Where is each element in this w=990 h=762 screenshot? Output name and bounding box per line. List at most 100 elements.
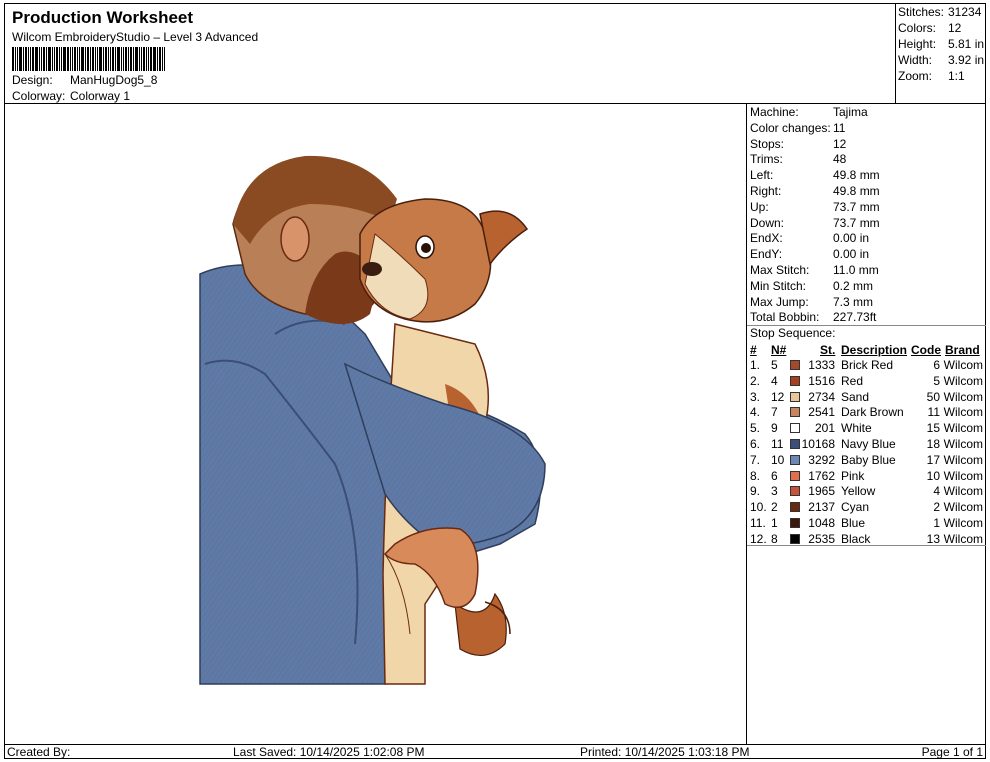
detail-value: 73.7 mm <box>833 199 880 214</box>
cell-code: 15 <box>926 421 940 436</box>
cell-description: Red <box>841 373 864 388</box>
barcode-bar <box>133 47 134 71</box>
cell-needle: 8 <box>771 531 778 546</box>
cell-description: Baby Blue <box>841 452 896 467</box>
cell-stitches: 201 <box>814 421 835 436</box>
summary-panel: Stitches: 31234 Colors: 12 Height: 5.81 in … <box>896 3 986 104</box>
barcode-bar <box>56 47 58 71</box>
cell-brand: Wilcom <box>943 358 983 372</box>
cell-stitches: 1762 <box>808 468 835 483</box>
cell-brand: Wilcom <box>943 500 983 515</box>
cell-brand: Wilcom <box>943 437 983 451</box>
cell-code: 11 <box>927 405 940 420</box>
barcode-bar <box>48 47 51 71</box>
barcode-bar <box>23 47 24 71</box>
detail-row: Max Stitch: 11.0 mm <box>750 263 879 277</box>
detail-value: 7.3 mm <box>833 294 874 309</box>
cell-needle: 7 <box>771 405 778 420</box>
worksheet-footer: Created By: Last Saved: 10/14/2025 1:02:… <box>4 744 986 759</box>
barcode-bar <box>146 47 147 71</box>
barcode-bar <box>32 47 34 71</box>
summary-value: 3.92 in <box>948 53 985 67</box>
cell-code: 18 <box>926 437 940 451</box>
cell-code: 13 <box>926 531 940 546</box>
summary-label: Zoom: <box>898 69 933 83</box>
barcode-bar <box>30 47 31 71</box>
cell-brand: Wilcom <box>943 452 983 467</box>
barcode <box>12 47 188 71</box>
detail-row: Total Bobbin: 227.73ft <box>750 310 876 324</box>
detail-label: Max Jump: <box>750 294 809 309</box>
summary-height: Height: 5.81 in <box>898 37 984 51</box>
cell-num: 7. <box>750 452 761 467</box>
barcode-bar <box>135 47 138 71</box>
color-swatch <box>790 533 800 544</box>
barcode-bar <box>97 47 98 71</box>
detail-label: Color changes: <box>750 120 831 135</box>
software-name: Wilcom EmbroideryStudio – Level 3 Advanc… <box>12 30 259 44</box>
cell-code: 10 <box>926 468 940 483</box>
summary-width: Width: 3.92 in <box>898 53 984 67</box>
barcode-bar <box>72 47 73 71</box>
color-swatch <box>790 407 800 418</box>
summary-stitches: Stitches: 31234 <box>898 5 981 19</box>
cell-code: 4 <box>933 484 940 499</box>
barcode-bar <box>117 47 120 71</box>
created-by: Created By: <box>7 745 71 759</box>
color-swatch <box>790 518 800 528</box>
barcode-bar <box>35 47 38 71</box>
barcode-bar <box>79 47 80 71</box>
detail-row: EndY: 0.00 in <box>750 247 869 261</box>
cell-description: Dark Brown <box>841 405 904 420</box>
stop-sequence-row: 1. 5 1333 Brick Red 6 Wilcom <box>747 358 986 374</box>
printed-date: Printed: 10/14/2025 1:03:18 PM <box>580 745 750 759</box>
last-saved: Last Saved: 10/14/2025 1:02:08 PM <box>233 745 425 759</box>
cell-brand: Wilcom <box>943 484 983 499</box>
cell-stitches: 2734 <box>808 389 835 404</box>
divider <box>747 545 986 546</box>
barcode-bar <box>115 47 116 71</box>
cell-brand: Wilcom <box>943 531 983 546</box>
cell-stitches: 1516 <box>808 373 835 388</box>
detail-value: 11.0 mm <box>833 263 879 277</box>
detail-row: EndX: 0.00 in <box>750 231 869 245</box>
cell-code: 1 <box>933 516 940 530</box>
cell-num: 10. <box>750 500 767 515</box>
cell-description: Blue <box>841 516 866 530</box>
detail-value: Tajima <box>833 105 868 119</box>
detail-row: Min Stitch: 0.2 mm <box>750 279 873 293</box>
cell-num: 8. <box>750 468 761 483</box>
detail-label: Min Stitch: <box>750 278 807 293</box>
summary-label: Stitches: <box>898 5 945 19</box>
cell-needle: 4 <box>771 373 778 388</box>
summary-colors: Colors: 12 <box>898 21 961 35</box>
detail-value: 73.7 mm <box>833 215 880 230</box>
detail-label: Max Stitch: <box>750 263 810 277</box>
detail-value: 0.00 in <box>833 231 870 246</box>
barcode-bar <box>43 47 45 71</box>
cell-brand: Wilcom <box>943 421 983 436</box>
barcode-bar <box>67 47 69 71</box>
barcode-bar <box>125 47 127 71</box>
colorway-label: Colorway: <box>12 89 66 103</box>
color-swatch <box>790 502 800 513</box>
stop-sequence-row: 6. 11 10168 Navy Blue 18 Wilcom <box>747 437 986 453</box>
barcode-bar <box>28 47 29 71</box>
summary-value: 1:1 <box>948 69 965 83</box>
page-title: Production Worksheet <box>12 8 194 27</box>
cell-stitches: 2535 <box>808 531 835 546</box>
cell-num: 4. <box>750 405 761 420</box>
detail-row: Stops: 12 <box>750 137 846 151</box>
barcode-bar <box>41 47 42 71</box>
cell-stitches: 10168 <box>801 437 835 451</box>
stop-sequence-row: 11. 1 1048 Blue 1 Wilcom <box>747 516 986 532</box>
detail-value: 49.8 mm <box>833 168 880 183</box>
cell-brand: Wilcom <box>943 516 983 530</box>
cell-num: 11. <box>750 516 766 530</box>
barcode-bar <box>17 47 18 71</box>
barcode-bar <box>121 47 122 71</box>
stop-sequence-row: 8. 6 1762 Pink 10 Wilcom <box>747 469 986 485</box>
barcode-bar <box>148 47 149 71</box>
cell-brand: Wilcom <box>943 373 983 388</box>
color-swatch <box>790 439 800 449</box>
